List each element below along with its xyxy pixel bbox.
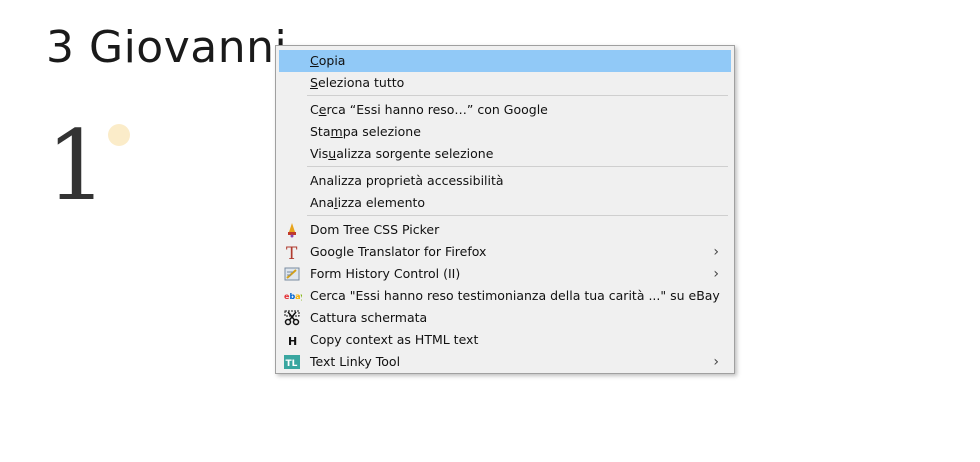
ebay-icon: ebay: [284, 288, 306, 304]
svg-text:ebay: ebay: [284, 292, 302, 301]
menu-item-label: Form History Control (II): [310, 266, 461, 281]
menu-item-analizza-elemento[interactable]: Analizza elemento: [279, 192, 731, 214]
submenu-arrow-icon: ›: [713, 354, 719, 370]
menu-item-label: Stampa selezione: [310, 124, 421, 139]
svg-text:TL: TL: [286, 359, 298, 369]
menu-separator: [307, 95, 728, 96]
menu-item-label: Copy context as HTML text: [310, 332, 479, 347]
menu-item-google-translator-for-firefox[interactable]: T Google Translator for Firefox ›: [279, 241, 731, 264]
menu-item-analizza-propriet-accessibilit[interactable]: Analizza proprietà accessibilità: [279, 170, 731, 192]
menu-item-label: Cerca “Essi hanno reso…” con Google: [310, 102, 548, 117]
menu-separator: [307, 166, 728, 167]
menu-item-label: Analizza proprietà accessibilità: [310, 173, 504, 188]
menu-item-dom-tree-css-picker[interactable]: Dom Tree CSS Picker: [279, 219, 731, 241]
menu-item-label: Seleziona tutto: [310, 75, 405, 90]
form-history-icon: [284, 266, 300, 282]
menu-item-label: Text Linky Tool: [310, 354, 401, 369]
menu-item-label: Cattura schermata: [310, 310, 428, 325]
scissors-icon: [284, 310, 300, 326]
menu-item-text-linky-tool[interactable]: TL Text Linky Tool ›: [279, 351, 731, 373]
menu-item-stampa-selezione[interactable]: Stampa selezione: [279, 121, 731, 143]
menu-item-form-history-control-ii[interactable]: Form History Control (II) ›: [279, 263, 731, 285]
submenu-arrow-icon: ›: [713, 244, 719, 260]
svg-text:T: T: [286, 244, 298, 260]
menu-item-cerca-essi-hanno-reso-con-google[interactable]: Cerca “Essi hanno reso…” con Google: [279, 99, 731, 121]
menu-item-copy-context-as-html-text[interactable]: H Copy context as HTML text: [279, 329, 731, 351]
menu-separator: [307, 215, 728, 216]
menu-item-label: Dom Tree CSS Picker: [310, 222, 440, 237]
verse-number-badge[interactable]: [108, 124, 130, 146]
chapter-number: 1: [46, 110, 108, 222]
tl-icon: TL: [284, 354, 300, 370]
menu-item-label: Copia: [310, 53, 346, 68]
translator-t-icon: T: [284, 244, 300, 264]
menu-item-cerca-essi-hanno-reso-testimonianza-dell[interactable]: ebay Cerca "Essi hanno reso testimonianza…: [279, 285, 731, 307]
page-title: 3 Giovanni: [46, 22, 288, 73]
svg-text:H: H: [288, 335, 297, 348]
menu-item-visualizza-sorgente-selezione[interactable]: Visualizza sorgente selezione: [279, 143, 731, 165]
menu-item-label: Analizza elemento: [310, 195, 426, 210]
menu-item-seleziona-tutto[interactable]: Seleziona tutto: [279, 72, 731, 94]
menu-item-copia[interactable]: Copia: [279, 50, 731, 72]
h-letter-icon: H: [284, 332, 300, 348]
bell-icon: [284, 222, 300, 238]
menu-item-label: Google Translator for Firefox: [310, 244, 487, 259]
menu-item-label: Visualizza sorgente selezione: [310, 146, 494, 161]
submenu-arrow-icon: ›: [713, 266, 719, 282]
menu-item-cattura-schermata[interactable]: Cattura schermata: [279, 307, 731, 329]
menu-item-label: Cerca "Essi hanno reso testimonianza del…: [310, 288, 720, 303]
context-menu: Copia Seleziona tutto Cerca “Essi hanno re…: [275, 45, 735, 374]
